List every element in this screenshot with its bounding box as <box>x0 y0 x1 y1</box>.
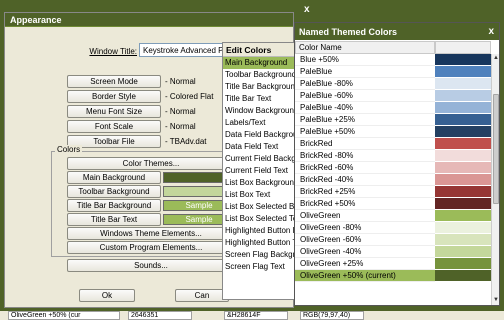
status-color-name: OliveGreen +50% (cur <box>8 311 120 320</box>
edit-item-highlighted-button-text[interactable]: Highlighted Button Text <box>223 237 301 249</box>
toolbar-background-button[interactable]: Toolbar Background <box>67 185 161 198</box>
color-swatch <box>435 246 491 258</box>
color-swatch <box>435 210 491 222</box>
color-swatch <box>435 138 491 150</box>
menu-font-size-value: - Normal <box>165 107 196 116</box>
color-swatch <box>435 222 491 234</box>
list-item[interactable]: OliveGreen +25% <box>295 258 435 270</box>
windows-theme-elements-button[interactable]: Windows Theme Elements... <box>67 227 235 240</box>
color-themes-button[interactable]: Color Themes... <box>67 157 235 170</box>
status-bar: OliveGreen +50% (cur 2646351 &H28614F RG… <box>0 311 504 320</box>
cancel-button[interactable]: Can <box>175 289 229 302</box>
edit-item-screen-flag-background[interactable]: Screen Flag Background <box>223 249 301 261</box>
screen-mode-value: - Normal <box>165 77 196 86</box>
color-swatch <box>435 198 491 210</box>
close-icon[interactable]: x <box>488 26 494 37</box>
edit-item-highlighted-button-background[interactable]: Highlighted Button Background <box>223 225 301 237</box>
column-header-color-name[interactable]: Color Name <box>295 41 435 54</box>
list-item[interactable]: PaleBlue -60% <box>295 90 435 102</box>
scroll-down-icon[interactable]: ▼ <box>492 296 500 305</box>
list-item[interactable]: OliveGreen -60% <box>295 234 435 246</box>
color-swatch <box>435 174 491 186</box>
color-swatch <box>435 90 491 102</box>
edit-item-title-bar-text[interactable]: Title Bar Text <box>223 93 301 105</box>
list-item[interactable]: BrickRed -80% <box>295 150 435 162</box>
color-swatch <box>435 162 491 174</box>
custom-program-elements-button[interactable]: Custom Program Elements... <box>67 241 235 254</box>
list-item[interactable]: PaleBlue <box>295 66 435 78</box>
list-item-selected[interactable]: OliveGreen +50% (current) <box>295 270 435 282</box>
border-style-button[interactable]: Border Style <box>67 90 161 103</box>
list-item[interactable]: BrickRed -60% <box>295 162 435 174</box>
edit-item-main-background[interactable]: Main Background <box>223 57 301 69</box>
edit-item-list-box-selected-background[interactable]: List Box Selected Background <box>223 201 301 213</box>
color-swatch <box>435 270 491 282</box>
edit-item-title-bar-background[interactable]: Title Bar Background <box>223 81 301 93</box>
status-rgb: RGB(79,97,40) <box>300 311 364 320</box>
window-title-label: Window Title: <box>89 47 137 56</box>
edit-item-current-field-background[interactable]: Current Field Background <box>223 153 301 165</box>
edit-item-list-box-background[interactable]: List Box Background <box>223 177 301 189</box>
edit-item-data-field-background[interactable]: Data Field Background <box>223 129 301 141</box>
vertical-scrollbar[interactable]: ▲ ▼ <box>491 54 499 305</box>
status-decimal: 2646351 <box>128 311 192 320</box>
toolbar-file-value: - TBAdv.dat <box>165 137 207 146</box>
list-item[interactable]: BrickRed +25% <box>295 186 435 198</box>
list-item[interactable]: BrickRed -40% <box>295 174 435 186</box>
ok-button[interactable]: Ok <box>79 289 135 302</box>
menu-font-size-button[interactable]: Menu Font Size <box>67 105 161 118</box>
list-item[interactable]: PaleBlue -40% <box>295 102 435 114</box>
dialog-title: Appearance <box>5 13 293 27</box>
edit-item-current-field-text[interactable]: Current Field Text <box>223 165 301 177</box>
scroll-up-icon[interactable]: ▲ <box>492 54 500 63</box>
color-swatch <box>435 258 491 270</box>
list-item[interactable]: PaleBlue +25% <box>295 114 435 126</box>
list-item[interactable]: PaleBlue +50% <box>295 126 435 138</box>
close-icon[interactable]: x <box>304 4 310 15</box>
color-swatch <box>435 186 491 198</box>
edit-item-list-box-text[interactable]: List Box Text <box>223 189 301 201</box>
named-colors-dialog: Named Themed Colors x Color Name Blue +5… <box>294 22 500 306</box>
list-item[interactable]: BrickRed +50% <box>295 198 435 210</box>
font-scale-button[interactable]: Font Scale <box>67 120 161 133</box>
edit-item-screen-flag-text[interactable]: Screen Flag Text <box>223 261 301 273</box>
edit-item-labels-text[interactable]: Labels/Text <box>223 117 301 129</box>
color-swatch <box>435 66 491 78</box>
list-item[interactable]: BrickRed <box>295 138 435 150</box>
color-swatch <box>435 126 491 138</box>
main-background-button[interactable]: Main Background <box>67 171 161 184</box>
color-swatch <box>435 102 491 114</box>
title-bar-background-button[interactable]: Title Bar Background <box>67 199 161 212</box>
font-scale-value: - Normal <box>165 122 196 131</box>
edit-colors-title: Edit Colors <box>223 43 301 57</box>
status-hex: &H28614F <box>224 311 288 320</box>
colors-group-label: Colors <box>55 145 83 154</box>
edit-item-list-box-selected-text[interactable]: List Box Selected Text <box>223 213 301 225</box>
sounds-button[interactable]: Sounds... <box>67 259 235 272</box>
list-item[interactable]: Blue +50% <box>295 54 435 66</box>
color-swatch <box>435 78 491 90</box>
list-item[interactable]: OliveGreen <box>295 210 435 222</box>
named-colors-title: Named Themed Colors <box>295 23 499 40</box>
list-item[interactable]: OliveGreen -40% <box>295 246 435 258</box>
screen-mode-button[interactable]: Screen Mode <box>67 75 161 88</box>
edit-item-window-background[interactable]: Window Background <box>223 105 301 117</box>
color-swatch <box>435 150 491 162</box>
list-item[interactable]: OliveGreen -80% <box>295 222 435 234</box>
column-header-swatch <box>435 41 491 54</box>
scrollbar-thumb[interactable] <box>493 94 499 204</box>
title-bar-text-button[interactable]: Title Bar Text <box>67 213 161 226</box>
color-swatch <box>435 234 491 246</box>
border-style-value: - Colored Flat <box>165 92 214 101</box>
list-item[interactable]: PaleBlue -80% <box>295 78 435 90</box>
edit-colors-panel: Edit Colors Main Background Toolbar Back… <box>222 42 302 300</box>
color-swatch <box>435 114 491 126</box>
color-swatch <box>435 54 491 66</box>
edit-item-data-field-text[interactable]: Data Field Text <box>223 141 301 153</box>
edit-item-toolbar-background[interactable]: Toolbar Background <box>223 69 301 81</box>
